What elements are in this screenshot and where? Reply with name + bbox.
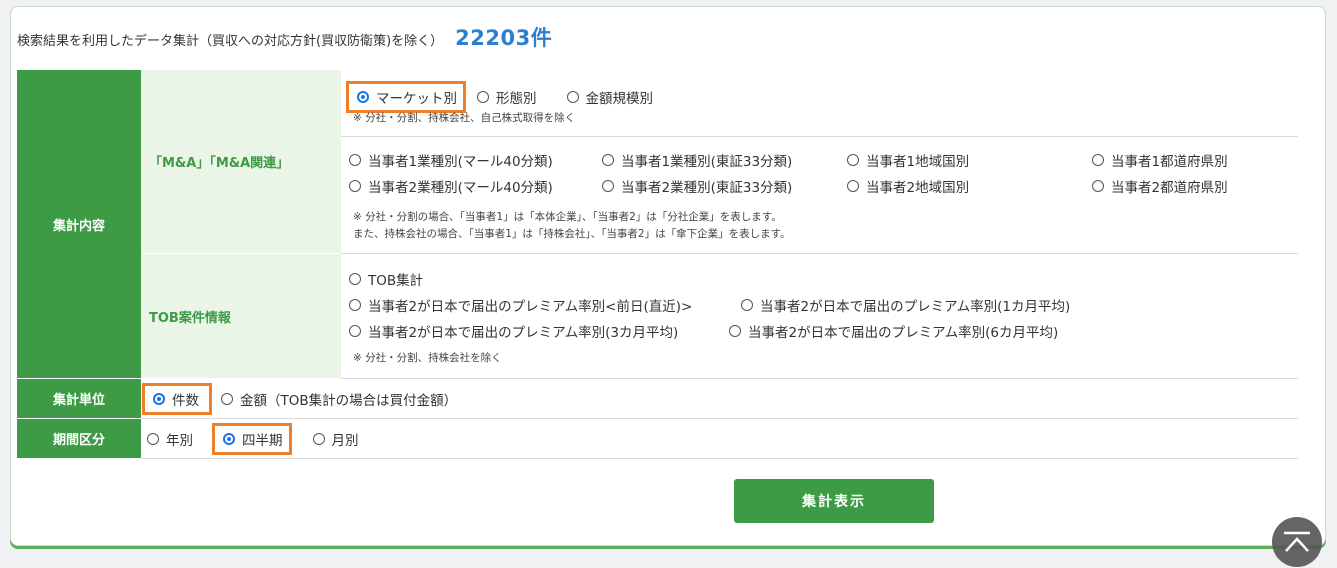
result-count: 22203件 xyxy=(455,26,553,50)
unit-options: 件数 金額（TOB集計の場合は買付金額） xyxy=(141,378,1298,419)
radio-market[interactable]: マーケット別 xyxy=(346,80,466,113)
radio-icon xyxy=(312,432,325,445)
chevron-up-icon xyxy=(1284,531,1310,552)
radio-premium-1m[interactable]: 当事者2が日本で届出のプレミアム率別(1カ月平均) xyxy=(741,295,1070,315)
radio-p2-region[interactable]: 当事者2地域国別 xyxy=(847,176,969,196)
radio-icon xyxy=(349,272,361,285)
radio-icon xyxy=(349,180,361,192)
ma-note: ※ 分社・分割、持株会社、自己株式取得を除く xyxy=(353,111,576,124)
radio-period-quarterly[interactable]: 四半期 xyxy=(212,422,292,455)
radio-p2-pref[interactable]: 当事者2都道府県別 xyxy=(1092,176,1228,196)
tob-options: TOB集計 当事者2が日本で届出のプレミアム率別<前日(直近)> 当事者2が日本… xyxy=(341,253,1298,379)
radio-p2-industry40[interactable]: 当事者2業種別(マール40分類) xyxy=(349,176,553,196)
ma-basic-options: マーケット別 形態別 金額規模別 ※ 分社・分割、持株会社、自己株式取得を除く xyxy=(341,70,1298,137)
radio-amount-scale[interactable]: 金額規模別 xyxy=(566,87,653,107)
section-label-content: 集計内容 xyxy=(17,70,141,379)
period-options: 年別 四半期 月別 xyxy=(141,418,1298,459)
radio-p1-tse33[interactable]: 当事者1業種別(東証33分類) xyxy=(602,150,792,170)
radio-icon xyxy=(221,392,233,405)
section-label-unit: 集計単位 xyxy=(17,378,141,419)
radio-unit-amount[interactable]: 金額（TOB集計の場合は買付金額） xyxy=(221,389,457,409)
section-label-period: 期間区分 xyxy=(17,418,141,459)
radio-icon xyxy=(602,154,614,166)
results-header: 検索結果を利用したデータ集計（買収への対応方針(買収防衛策)を除く） 22203… xyxy=(17,22,552,52)
header-description: 検索結果を利用したデータ集計（買収への対応方針(買収防衛策)を除く） xyxy=(17,34,444,49)
tob-note: ※ 分社・分割、持株会社を除く xyxy=(353,351,502,364)
ma-party-note-1: ※ 分社・分割の場合、「当事者1」は「本体企業」、「当事者2」は「分社企業」を表… xyxy=(353,211,782,223)
radio-tob-total[interactable]: TOB集計 xyxy=(349,269,423,289)
radio-p1-region[interactable]: 当事者1地域国別 xyxy=(847,150,969,170)
radio-icon xyxy=(349,298,361,311)
ma-party-note-2: また、持株会社の場合、「当事者1」は「持株会社」、「当事者2」は「傘下企業」を表… xyxy=(353,228,791,240)
radio-period-yearly[interactable]: 年別 xyxy=(147,429,193,449)
radio-selected-icon xyxy=(153,392,165,405)
radio-p1-industry40[interactable]: 当事者1業種別(マール40分類) xyxy=(349,150,553,170)
radio-p1-pref[interactable]: 当事者1都道府県別 xyxy=(1092,150,1228,170)
scroll-to-top-button[interactable] xyxy=(1272,517,1322,567)
subsection-label-tob: TOB案件情報 xyxy=(141,253,341,379)
radio-icon xyxy=(847,154,859,166)
radio-icon xyxy=(1092,180,1104,192)
radio-icon xyxy=(349,154,361,166)
radio-unit-count[interactable]: 件数 xyxy=(142,382,212,415)
radio-selected-icon xyxy=(223,432,235,445)
radio-selected-icon xyxy=(357,90,369,103)
radio-icon xyxy=(729,324,741,337)
radio-icon xyxy=(602,180,614,192)
radio-form[interactable]: 形態別 xyxy=(477,87,537,107)
radio-icon xyxy=(1092,154,1104,166)
radio-premium-3m[interactable]: 当事者2が日本で届出のプレミアム率別(3カ月平均) xyxy=(349,321,729,341)
radio-icon xyxy=(566,90,579,103)
radio-icon xyxy=(477,90,489,103)
subsection-label-ma: 「M&A」「M&A関連」 xyxy=(141,70,341,254)
radio-premium-prev[interactable]: 当事者2が日本で届出のプレミアム率別<前日(直近)> xyxy=(349,295,741,315)
submit-aggregate-button[interactable]: 集計表示 xyxy=(734,479,934,523)
aggregation-form: 集計内容 「M&A」「M&A関連」 マーケット別 形態別 金額規模別 ※ 分社・… xyxy=(17,70,1298,459)
radio-period-monthly[interactable]: 月別 xyxy=(312,429,359,449)
radio-premium-6m[interactable]: 当事者2が日本で届出のプレミアム率別(6カ月平均) xyxy=(729,321,1058,341)
radio-p2-tse33[interactable]: 当事者2業種別(東証33分類) xyxy=(602,176,792,196)
radio-icon xyxy=(741,298,753,311)
radio-icon xyxy=(147,432,159,445)
radio-icon xyxy=(847,180,859,192)
radio-icon xyxy=(349,324,361,337)
ma-party-options: 当事者1業種別(マール40分類) 当事者1業種別(東証33分類) 当事者1地域国… xyxy=(341,136,1298,254)
